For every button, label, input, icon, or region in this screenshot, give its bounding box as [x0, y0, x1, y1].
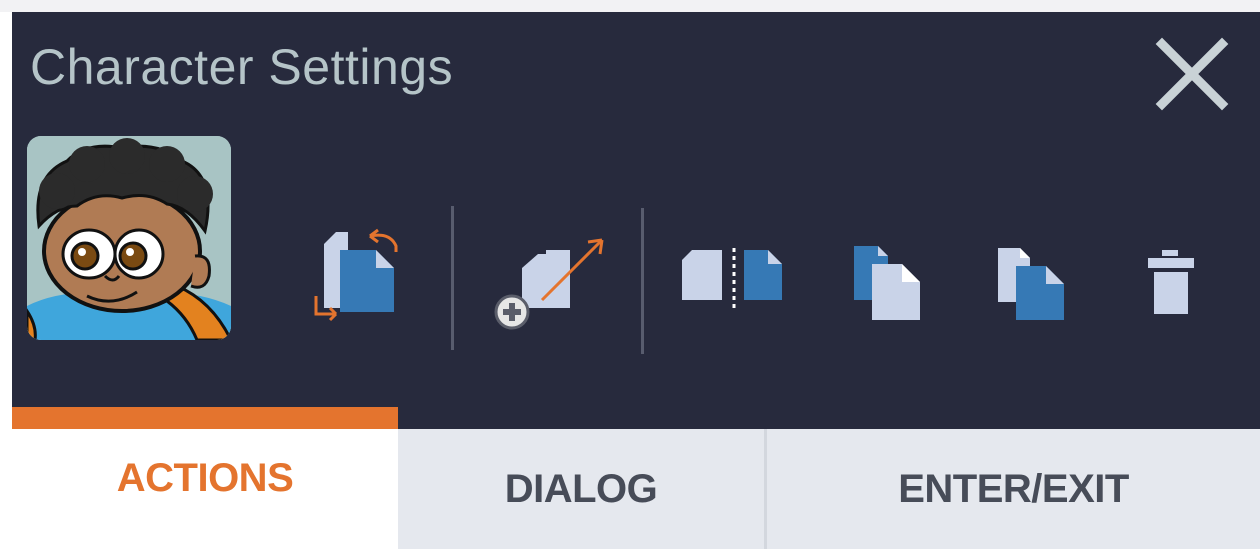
add-move-icon	[494, 238, 604, 330]
split-icon	[682, 248, 782, 312]
toolbar-separator	[641, 208, 644, 354]
duplicate-icon	[998, 248, 1064, 320]
tab-bar: ACTIONS DIALOG ENTER/EXIT	[12, 407, 1260, 549]
swap-copy-button[interactable]	[306, 222, 402, 326]
add-move-button[interactable]	[490, 230, 610, 330]
tab-label: DIALOG	[504, 466, 658, 511]
duplicate-icon	[854, 246, 920, 320]
close-icon	[1155, 37, 1229, 111]
tab-label: ACTIONS	[116, 455, 294, 500]
swap-copy-icon	[314, 228, 398, 322]
duplicate-button[interactable]	[852, 244, 924, 322]
active-tab-indicator	[12, 407, 398, 429]
tab-enter-exit[interactable]: ENTER/EXIT	[767, 429, 1260, 549]
tab-label: ENTER/EXIT	[898, 466, 1129, 511]
tab-dialog[interactable]: DIALOG	[398, 429, 764, 549]
avatar-image	[27, 136, 231, 340]
tab-actions[interactable]: ACTIONS	[12, 407, 398, 549]
toolbar-separator	[451, 206, 454, 350]
trash-icon	[1148, 250, 1194, 314]
panel-title: Character Settings	[30, 39, 454, 95]
split-button[interactable]	[680, 248, 784, 312]
duplicate-button[interactable]	[996, 246, 1068, 322]
background-top	[0, 0, 1260, 12]
character-avatar[interactable]	[27, 136, 231, 340]
delete-button[interactable]	[1146, 248, 1196, 316]
close-button[interactable]	[1152, 34, 1232, 114]
